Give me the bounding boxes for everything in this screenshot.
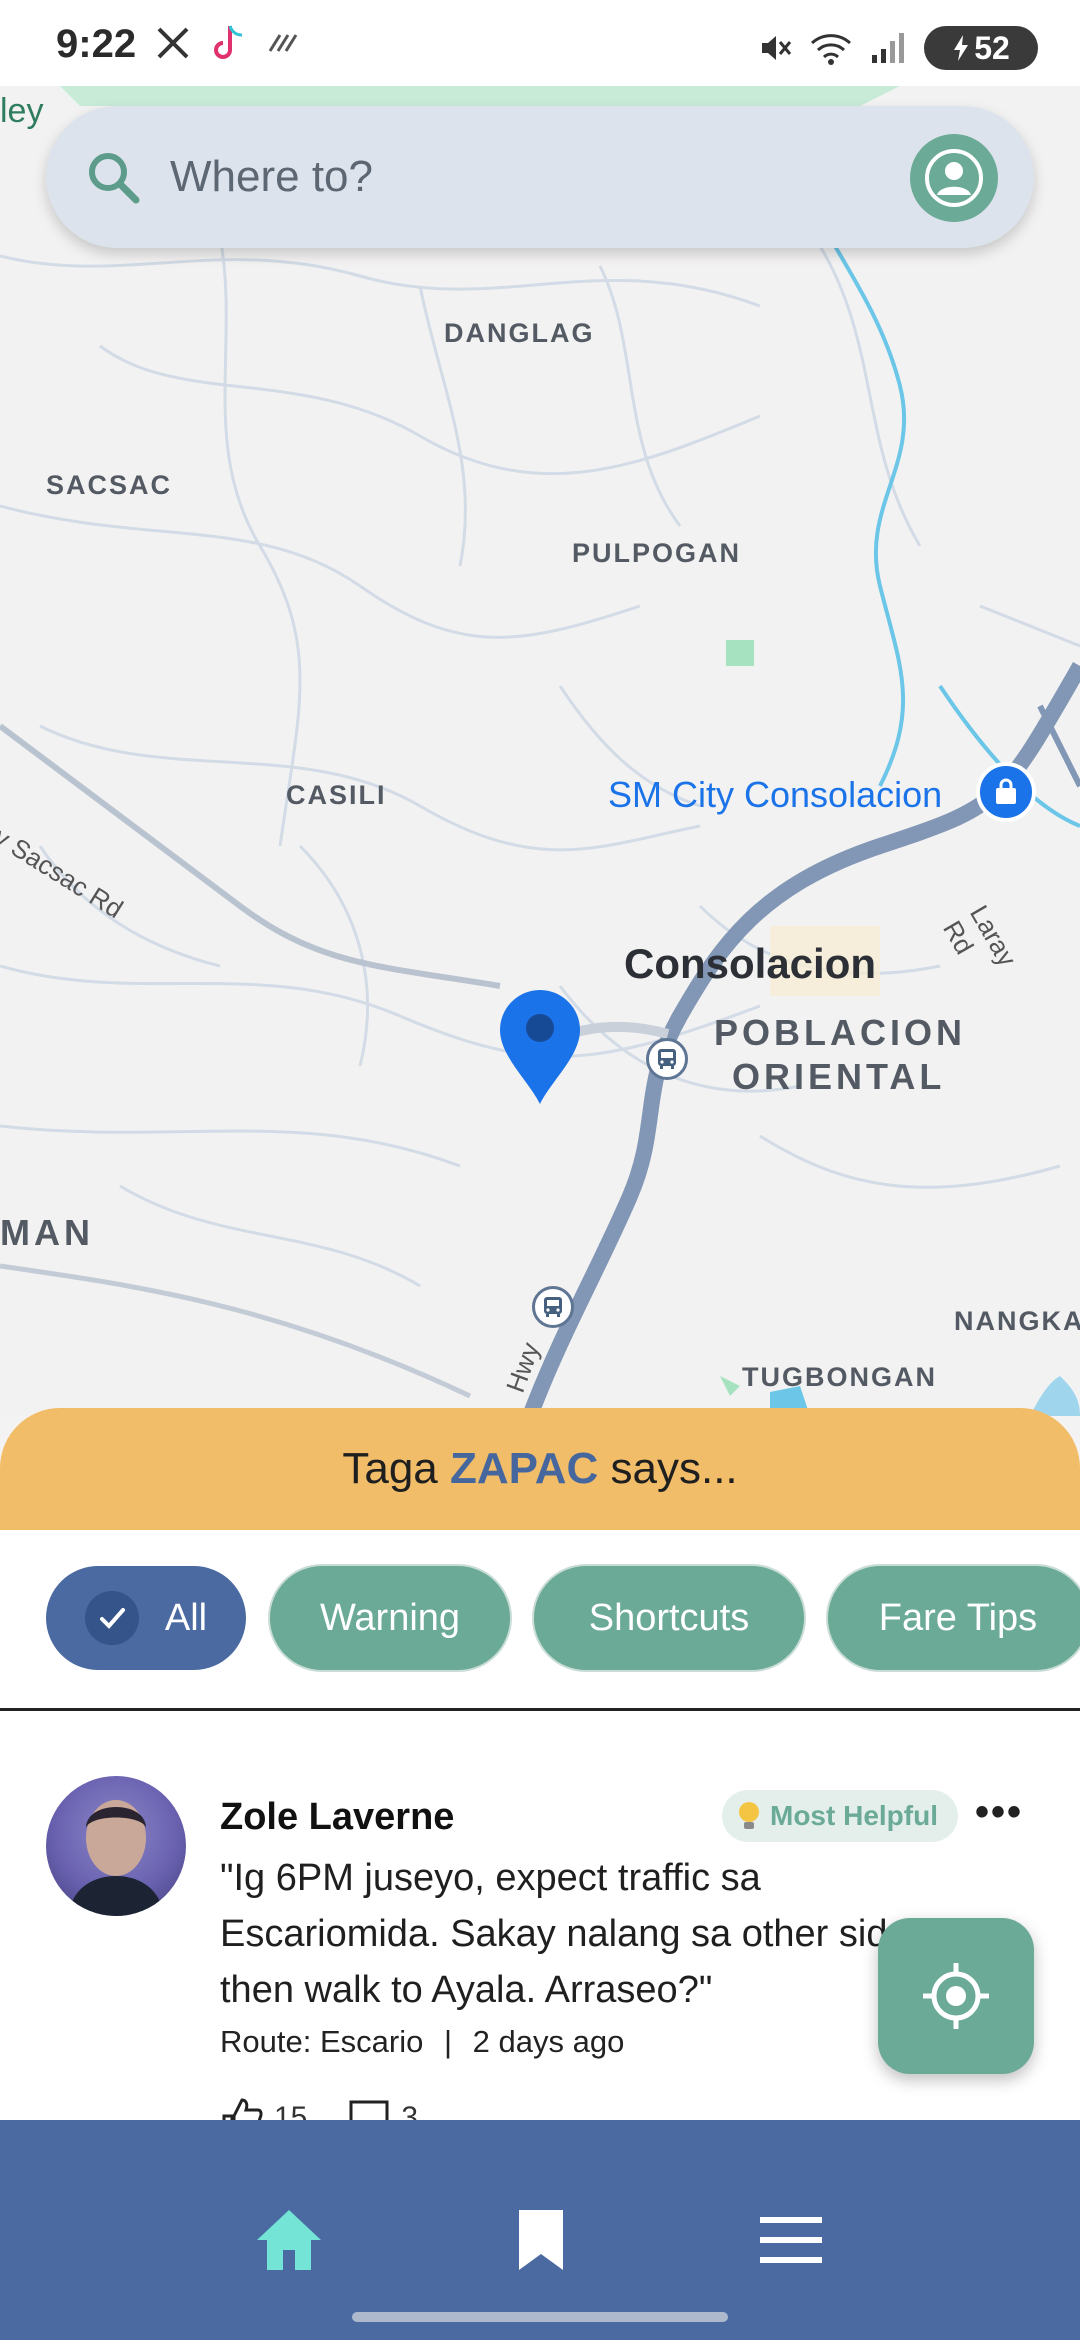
notification-icons bbox=[156, 24, 302, 62]
data-activity-icon bbox=[268, 34, 298, 52]
post-meta: Route: Escario | 2 days ago bbox=[220, 2024, 624, 2060]
chip-all[interactable]: All bbox=[46, 1566, 246, 1670]
map-label-sacsac: SACSAC bbox=[46, 470, 173, 500]
post-text: "Ig 6PM juseyo, expect traffic sa Escari… bbox=[220, 1857, 909, 2011]
map-label-oriental: ORIENTAL bbox=[732, 1056, 946, 1097]
brand-name: ZAPAC bbox=[449, 1444, 599, 1493]
battery-indicator: 52 bbox=[924, 26, 1038, 70]
status-bar: 9:22 52 bbox=[0, 0, 1080, 86]
bus-icon bbox=[658, 1049, 676, 1069]
search-input[interactable]: Where to? bbox=[170, 152, 373, 202]
avatar[interactable] bbox=[46, 1776, 186, 1916]
system-icons: 52 bbox=[758, 26, 1038, 70]
lightbulb-icon bbox=[739, 1802, 759, 1829]
my-location-button[interactable] bbox=[878, 1918, 1034, 2074]
search-icon bbox=[89, 153, 140, 204]
map-label-nangka: NANGKA bbox=[954, 1306, 1080, 1336]
map-label-tugbongan: TUGBONGAN bbox=[742, 1362, 937, 1392]
crosshair-icon bbox=[923, 1963, 989, 2029]
bus-stop-marker[interactable] bbox=[646, 1038, 688, 1080]
chip-shortcuts[interactable]: Shortcuts bbox=[534, 1566, 804, 1670]
location-pin-icon[interactable] bbox=[498, 990, 582, 1106]
signal-icon bbox=[872, 33, 904, 63]
filter-chips: All Warning Shortcuts Fare Tips bbox=[46, 1566, 1080, 1670]
more-options-icon[interactable]: ••• bbox=[975, 1790, 1023, 1835]
title-suffix: says... bbox=[598, 1444, 738, 1493]
mute-icon bbox=[762, 36, 792, 60]
post-time: 2 days ago bbox=[472, 2024, 625, 2059]
check-icon bbox=[84, 1591, 139, 1645]
map-label-valley: ley bbox=[0, 92, 44, 130]
map-label-poblacion: POBLACION bbox=[714, 1012, 966, 1053]
battery-level: 52 bbox=[974, 29, 1010, 66]
post-route: Route: Escario bbox=[220, 2024, 424, 2059]
nav-menu[interactable] bbox=[746, 2200, 836, 2280]
tips-sheet-header[interactable]: Taga ZAPAC says... bbox=[0, 1408, 1080, 1530]
wifi-icon bbox=[810, 34, 852, 65]
map-label-pulpogan: PULPOGAN bbox=[572, 538, 742, 568]
map-view[interactable]: ley DANGLAG SACSAC PULPOGAN CASILI nay S… bbox=[0, 86, 1080, 1416]
bus-stop-marker[interactable] bbox=[532, 1286, 574, 1328]
nav-home[interactable] bbox=[244, 2200, 334, 2280]
bottom-nav bbox=[0, 2120, 1080, 2340]
map-base bbox=[0, 86, 1080, 1416]
map-label-man: MAN bbox=[0, 1212, 94, 1253]
chip-warning[interactable]: Warning bbox=[270, 1566, 510, 1670]
status-time: 9:22 bbox=[56, 22, 137, 66]
chip-all-label: All bbox=[164, 1596, 208, 1639]
profile-button[interactable] bbox=[910, 134, 998, 222]
post-author[interactable]: Zole Laverne bbox=[220, 1796, 454, 1839]
chip-fare-tips[interactable]: Fare Tips bbox=[828, 1566, 1080, 1670]
most-helpful-badge: Most Helpful bbox=[722, 1790, 958, 1842]
divider bbox=[0, 1708, 1080, 1711]
bus-icon bbox=[544, 1297, 562, 1317]
map-label-danglag: DANGLAG bbox=[444, 318, 595, 348]
menu-icon bbox=[760, 2217, 822, 2263]
charging-bolt-icon bbox=[954, 35, 969, 61]
badge-label: Most Helpful bbox=[770, 1800, 938, 1831]
shopping-bag-icon bbox=[996, 778, 1016, 804]
shopping-bag-marker[interactable] bbox=[976, 762, 1036, 822]
bookmark-icon bbox=[519, 2210, 563, 2270]
map-label-sm-city[interactable]: SM City Consolacion bbox=[608, 774, 942, 816]
nav-saved[interactable] bbox=[496, 2200, 586, 2280]
search-bar[interactable]: Where to? bbox=[46, 106, 1034, 248]
home-icon bbox=[257, 2210, 321, 2270]
tiktok-icon bbox=[214, 25, 243, 59]
user-icon bbox=[925, 149, 983, 207]
x-app-icon bbox=[157, 27, 189, 59]
map-label-consolacion: Consolacion bbox=[624, 940, 877, 987]
title-prefix: Taga bbox=[342, 1444, 450, 1493]
meta-separator: | bbox=[443, 2024, 453, 2059]
map-label-casili: CASILI bbox=[286, 780, 387, 810]
gesture-bar[interactable] bbox=[352, 2312, 728, 2322]
tips-sheet-title: Taga ZAPAC says... bbox=[0, 1444, 1080, 1494]
